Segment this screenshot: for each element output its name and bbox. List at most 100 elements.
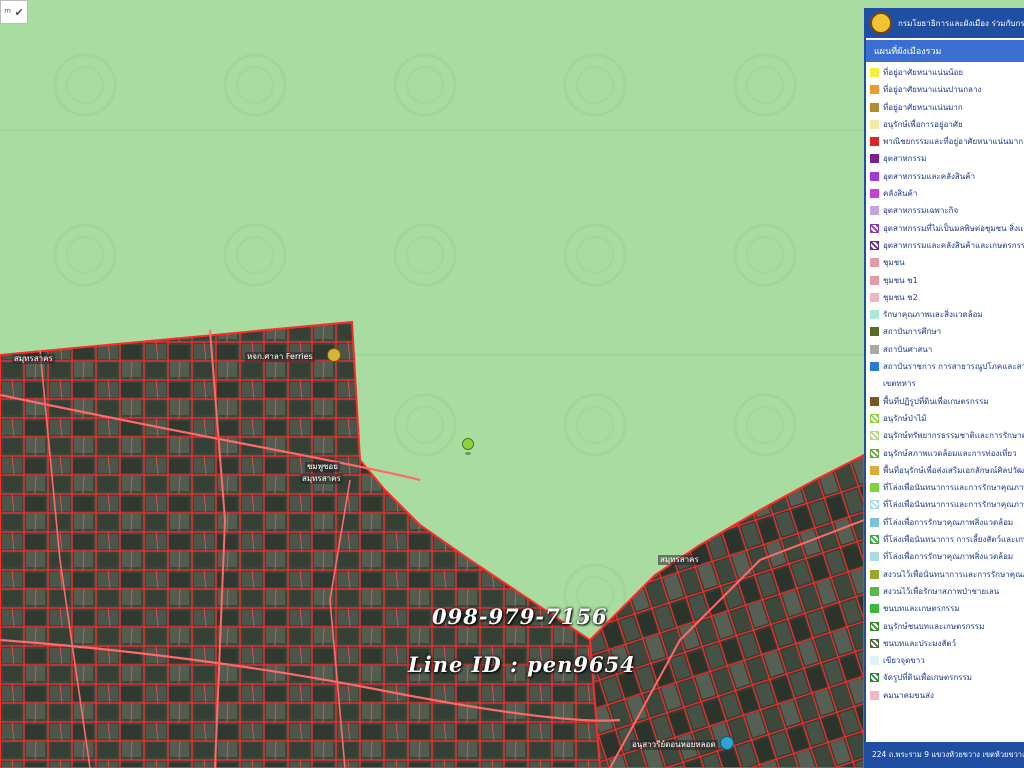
legend-label: อนุรักษ์ป่าไม้ — [883, 413, 927, 423]
legend-label: อุตสาหกรรมที่ไม่เป็นมลพิษต่อชุมชน สิ่งแว… — [883, 223, 1024, 233]
legend-label: คลังสินค้า — [883, 189, 918, 199]
legend-label: คมนาคมขนส่ง — [883, 690, 934, 700]
legend-label: ที่อยู่อาศัยหนาแน่นมาก — [883, 102, 963, 112]
legend-label: รักษาคุณภาพและสิ่งแวดล้อม — [883, 310, 983, 320]
legend-item: อุตสาหกรรมเฉพาะกิจ — [870, 204, 1024, 221]
legend-item: ที่โล่งเพื่อนันทนาการและการรักษาคุณภาพ — [870, 481, 1024, 498]
legend-swatch — [870, 85, 879, 95]
legend-label: ชนบทและเกษตรกรรม — [883, 604, 960, 614]
map-place-label: ชมพูซอย — [305, 462, 340, 472]
legend-panel: กรมโยธาธิการและผังเมือง ร่วมกับกรมที่ดิน… — [864, 8, 1024, 768]
poi-marker-icon[interactable] — [327, 348, 341, 362]
landmark-marker-icon[interactable] — [720, 736, 734, 750]
legend-item: ที่อยู่อาศัยหนาแน่นน้อย — [870, 66, 1024, 83]
legend-item: เขตทหาร — [870, 377, 1024, 394]
legend-label: อุตสาหกรรม — [883, 154, 927, 164]
legend-item: ที่โล่งเพื่อนันทนาการ การเลี้ยงสัตว์และเ… — [870, 533, 1024, 550]
legend-swatch — [870, 275, 879, 285]
legend-swatch — [870, 119, 879, 129]
legend-item: อุตสาหกรรมและคลังสินค้าและเกษตรกรรม — [870, 239, 1024, 256]
legend-swatch — [870, 483, 879, 493]
legend-swatch — [870, 500, 879, 510]
legend-list: ที่อยู่อาศัยหนาแน่นน้อยที่อยู่อาศัยหนาแน… — [866, 62, 1024, 706]
legend-label: จัดรูปที่ดินเพื่อเกษตรกรรม — [883, 673, 973, 683]
legend-swatch — [870, 258, 879, 268]
legend-swatch — [870, 379, 879, 388]
map-place-label: สมุทรสาคร — [12, 354, 55, 364]
legend-item: สถาบันการศึกษา — [870, 325, 1024, 342]
legend-item: รักษาคุณภาพและสิ่งแวดล้อม — [870, 308, 1024, 325]
legend-header: กรมโยธาธิการและผังเมือง ร่วมกับกรมที่ดิน — [866, 8, 1024, 38]
legend-swatch — [870, 448, 879, 458]
legend-item: จัดรูปที่ดินเพื่อเกษตรกรรม — [870, 671, 1024, 688]
legend-swatch — [870, 68, 879, 77]
legend-label: สถาบันราชการ การสาธารณูปโภคและสาธารณูปกา… — [883, 362, 1024, 372]
legend-label: ชุมชน — [883, 258, 905, 268]
legend-label: อนุรักษ์สภาพแวดล้อมและการท่องเที่ยว — [883, 448, 1017, 458]
legend-label: สงวนไว้เพื่อนันทนาการและการรักษาคุณภาพ — [883, 569, 1024, 579]
legend-item: อุตสาหกรรมที่ไม่เป็นมลพิษต่อชุมชน สิ่งแว… — [870, 222, 1024, 239]
legend-title: แผนที่ผังเมืองรวม — [866, 40, 1024, 62]
legend-item: ที่โล่งเพื่อนันทนาการและการรักษาคุณภาพสิ… — [870, 498, 1024, 515]
legend-label: เขียวจุดขาว — [883, 656, 925, 666]
legend-swatch — [870, 621, 879, 631]
legend-item: อนุรักษ์ชนบทและเกษตรกรรม — [870, 620, 1024, 637]
legend-swatch — [870, 327, 879, 337]
legend-swatch — [870, 413, 879, 423]
legend-item: ชนบทและเกษตรกรรม — [870, 602, 1024, 619]
legend-swatch — [870, 292, 879, 302]
legend-label: พื้นที่ปฏิรูปที่ดินเพื่อเกษตรกรรม — [883, 396, 989, 406]
legend-swatch — [870, 690, 879, 700]
legend-item: อนุรักษ์ป่าไม้ — [870, 412, 1024, 429]
map-place-label: สมุทรสาคร — [658, 555, 701, 565]
legend-item: ชนบทและประมงสัตว์ — [870, 637, 1024, 654]
share-button[interactable]: ᵐ ✔ — [0, 0, 28, 24]
legend-item: ชุมชน ช1 — [870, 274, 1024, 291]
legend-item: อนุรักษ์สภาพแวดล้อมและการท่องเที่ยว — [870, 447, 1024, 464]
pin-shadow — [465, 452, 471, 455]
legend-item: ที่อยู่อาศัยหนาแน่นมาก — [870, 101, 1024, 118]
legend-item: สถาบันศาสนา — [870, 343, 1024, 360]
legend-item: อนุรักษ์ทรัพยากรธรรมชาติและการรักษาคุณภา… — [870, 429, 1024, 446]
map-canvas[interactable]: ᵐ ✔ สมุทรสาคร หจก.ศาลา Ferries ชมพูซอย ส… — [0, 0, 864, 768]
contact-phone-watermark: 098-979-7156 — [432, 604, 608, 629]
legend-label: ที่โล่งเพื่อนันทนาการและการรักษาคุณภาพ — [883, 483, 1024, 493]
map-place-label: สมุทรสาคร — [300, 474, 343, 484]
legend-label: ที่อยู่อาศัยหนาแน่นปานกลาง — [883, 85, 982, 95]
legend-item: อุตสาหกรรมและคลังสินค้า — [870, 170, 1024, 187]
legend-swatch — [870, 310, 879, 320]
legend-label: ที่อยู่อาศัยหนาแน่นน้อย — [883, 68, 964, 77]
legend-item: ชุมชน — [870, 256, 1024, 273]
legend-label: สงวนไว้เพื่อรักษาสภาพป่าชายเลน — [883, 586, 1000, 596]
legend-swatch — [870, 535, 879, 545]
legend-item: ที่โล่งเพื่อการรักษาคุณภาพสิ่งแวดล้อม — [870, 550, 1024, 567]
legend-label: พาณิชยกรรมและที่อยู่อาศัยหนาแน่นมาก — [883, 137, 1024, 147]
legend-swatch — [870, 465, 879, 475]
legend-item: สงวนไว้เพื่อนันทนาการและการรักษาคุณภาพ — [870, 568, 1024, 585]
legend-swatch — [870, 604, 879, 614]
legend-label: อนุรักษ์ทรัพยากรธรรมชาติและการรักษาคุณภา… — [883, 431, 1024, 441]
location-pin-icon[interactable] — [462, 438, 474, 450]
legend-swatch — [870, 240, 879, 250]
legend-item: เขียวจุดขาว — [870, 654, 1024, 671]
map-place-label: อนุสาวรีย์ดอนหอยหลอด — [630, 740, 718, 750]
legend-label: ชุมชน ช1 — [883, 275, 918, 285]
legend-item: ที่โล่งเพื่อการรักษาคุณภาพสิ่งแวดล้อม — [870, 516, 1024, 533]
legend-label: สถาบันศาสนา — [883, 344, 933, 354]
legend-swatch — [870, 396, 879, 406]
legend-item: อนุรักษ์เพื่อการอยู่อาศัย — [870, 118, 1024, 135]
legend-swatch — [870, 552, 879, 562]
legend-swatch — [870, 102, 879, 112]
legend-swatch — [870, 431, 879, 441]
legend-item: ที่อยู่อาศัยหนาแน่นปานกลาง — [870, 83, 1024, 100]
legend-label: เขตทหาร — [883, 379, 916, 389]
legend-item: คมนาคมขนส่ง — [870, 689, 1024, 706]
legend-swatch — [870, 206, 879, 216]
legend-item: สงวนไว้เพื่อรักษาสภาพป่าชายเลน — [870, 585, 1024, 602]
legend-label: ชุมชน ช2 — [883, 292, 918, 302]
legend-swatch — [870, 362, 879, 372]
legend-label: ที่โล่งเพื่อการรักษาคุณภาพสิ่งแวดล้อม — [883, 552, 1014, 562]
legend-item: อุตสาหกรรม — [870, 152, 1024, 169]
map-place-label: หจก.ศาลา Ferries — [245, 352, 315, 362]
legend-swatch — [870, 189, 879, 199]
